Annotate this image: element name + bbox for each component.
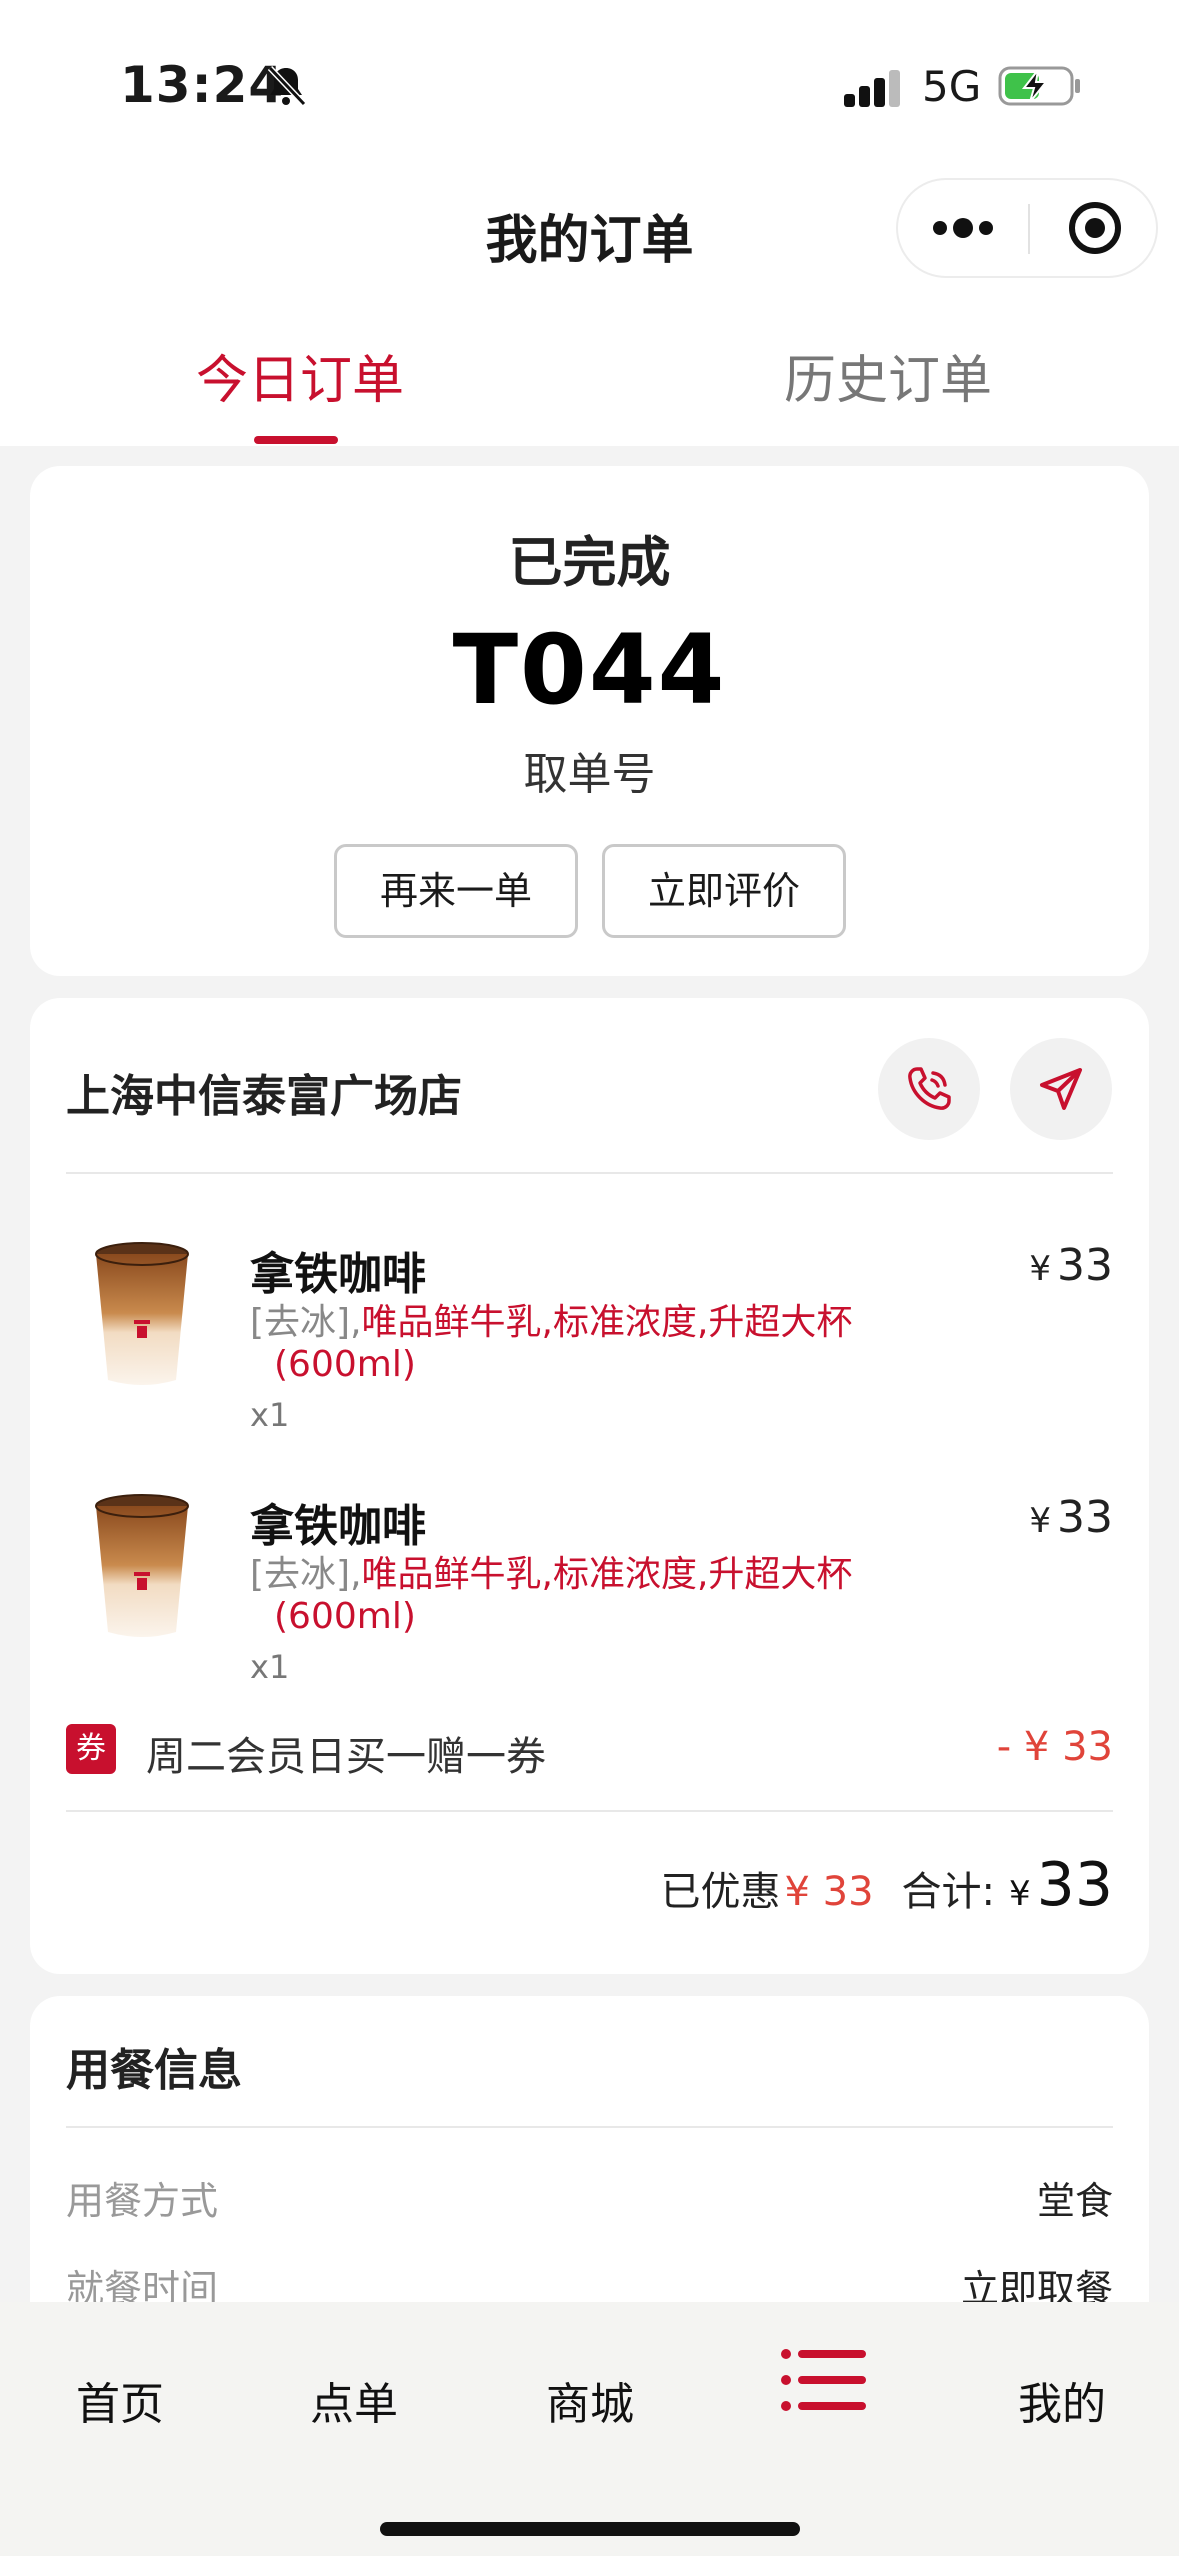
- nav-bar: 我的订单: [0, 170, 1179, 290]
- navigate-store-button[interactable]: [1010, 1038, 1112, 1140]
- mini-program-capsule: [896, 178, 1158, 278]
- divider: [66, 2126, 1113, 2128]
- status-time: 13:24: [120, 56, 285, 114]
- product-name: 拿铁咖啡: [250, 1501, 426, 1552]
- pickup-label: 取单号: [523, 749, 656, 800]
- pickup-number: T044: [452, 614, 727, 726]
- order-item: 拿铁咖啡 ¥33 [去冰],唯品鲜牛乳,标准浓度,升超大杯 (600ml) x1: [30, 1228, 1149, 1468]
- coupon-discount: - ¥ 33: [996, 1724, 1113, 1770]
- dining-method-label: 用餐方式: [66, 2179, 219, 2223]
- latte-cup-image: [95, 1242, 189, 1385]
- currency-symbol: ¥: [1029, 1249, 1051, 1289]
- coupon-name: 周二会员日买一赠一券: [146, 1734, 546, 1780]
- latte-cup-image: [95, 1494, 189, 1637]
- spec-options: 唯品鲜牛乳,标准浓度,升超大杯: [361, 1554, 853, 1595]
- dining-method-value: 堂食: [1036, 2179, 1113, 2223]
- product-spec: [去冰],唯品鲜牛乳,标准浓度,升超大杯 (600ml): [250, 1302, 890, 1386]
- product-quantity: x1: [250, 1648, 290, 1686]
- phone-icon: [908, 1067, 951, 1110]
- tab-mall[interactable]: 商城: [546, 2368, 634, 2432]
- tab-mine[interactable]: 我的: [1018, 2368, 1106, 2432]
- coupon-badge: 券: [66, 1724, 116, 1774]
- order-total: 已优惠 ¥ 33 合计: ¥33: [660, 1850, 1113, 1930]
- total-label: 合计:: [901, 1869, 995, 1915]
- active-tab-indicator: [254, 436, 338, 444]
- close-target-icon: [1069, 202, 1121, 254]
- reorder-button[interactable]: 再来一单: [334, 844, 578, 938]
- order-detail-card: 上海中信泰富广场店 拿铁咖啡 ¥ 33 [去冰],唯品鲜牛乳,标准浓度,升超大杯…: [30, 998, 1149, 1974]
- spec-options: 唯品鲜牛乳,标准浓度,升超大杯: [361, 1302, 853, 1343]
- spec-size: (600ml): [274, 1596, 416, 1637]
- battery-charging-icon: [998, 66, 1080, 106]
- order-list-icon[interactable]: [780, 2346, 868, 2414]
- currency-symbol: ¥: [1029, 1501, 1051, 1541]
- more-dots-icon: [933, 218, 993, 238]
- tab-today-orders[interactable]: 今日订单: [196, 338, 404, 413]
- tab-history-orders[interactable]: 历史订单: [784, 338, 992, 413]
- home-indicator: [380, 2522, 800, 2536]
- product-spec: [去冰],唯品鲜牛乳,标准浓度,升超大杯 (600ml): [250, 1554, 890, 1638]
- spec-ice: [去冰],: [250, 1302, 362, 1343]
- spec-ice: [去冰],: [250, 1554, 362, 1595]
- product-price: ¥33: [1029, 1492, 1113, 1543]
- order-status: 已完成: [508, 531, 671, 594]
- saved-label: 已优惠: [660, 1869, 781, 1915]
- order-item: 拿铁咖啡 ¥33 [去冰],唯品鲜牛乳,标准浓度,升超大杯 (600ml) x1: [30, 1480, 1149, 1720]
- total-amount: 33: [1036, 1850, 1113, 1920]
- divider: [66, 1810, 1113, 1812]
- tab-order[interactable]: 点单: [310, 2368, 398, 2432]
- bell-slash-icon: [267, 65, 307, 107]
- bottom-tab-bar: 首页 点单 商城 我的: [0, 2302, 1179, 2556]
- status-bar: 13:24 5G: [0, 0, 1179, 170]
- divider: [66, 1172, 1113, 1174]
- product-quantity: x1: [250, 1396, 290, 1434]
- navigation-arrow-icon: [1040, 1068, 1082, 1110]
- cellular-signal-icon: [844, 70, 900, 107]
- price-value: 33: [1057, 1492, 1113, 1543]
- order-status-card: 已完成 T044 取单号 再来一单 立即评价: [30, 466, 1149, 976]
- spec-size: (600ml): [274, 1344, 416, 1385]
- network-label: 5G: [922, 62, 982, 111]
- tab-home[interactable]: 首页: [76, 2368, 164, 2432]
- dining-info-title: 用餐信息: [66, 2045, 242, 2096]
- order-tabs: 今日订单 历史订单: [0, 290, 1179, 446]
- product-name: 拿铁咖啡: [250, 1249, 426, 1300]
- price-value: 33: [1057, 1240, 1113, 1291]
- store-name: 上海中信泰富广场店: [66, 1071, 462, 1122]
- review-button[interactable]: 立即评价: [602, 844, 846, 938]
- product-price: ¥33: [1029, 1240, 1113, 1291]
- close-button[interactable]: [1030, 180, 1160, 276]
- total-currency: ¥: [1009, 1874, 1031, 1914]
- more-button[interactable]: [898, 180, 1028, 276]
- coupon-row: 券 周二会员日买一赠一券 - ¥ 33: [66, 1720, 1113, 1780]
- saved-amount: ¥ 33: [784, 1869, 874, 1915]
- call-store-button[interactable]: [878, 1038, 980, 1140]
